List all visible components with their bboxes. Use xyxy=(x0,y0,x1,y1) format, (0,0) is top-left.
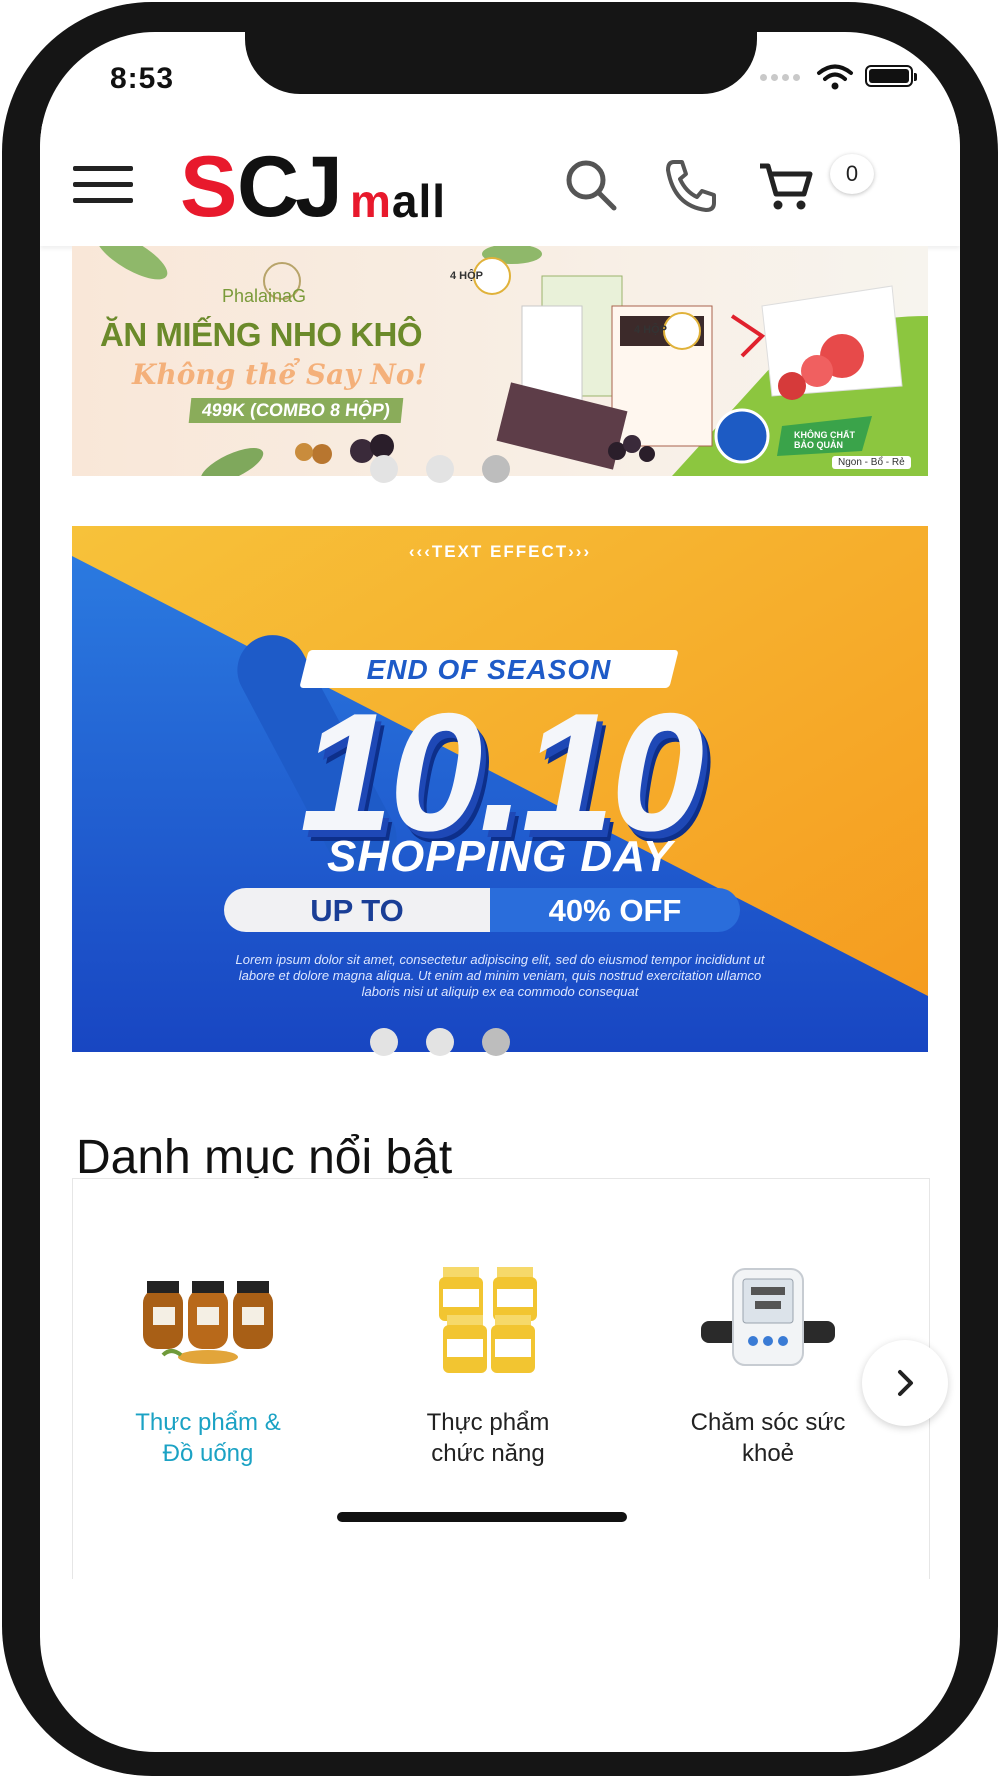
status-time: 8:53 xyxy=(110,62,175,95)
cart-icon[interactable] xyxy=(754,154,816,216)
chevron-right-icon xyxy=(898,1370,913,1396)
category-food-drink[interactable]: Thực phẩm & Đồ uống xyxy=(73,1179,343,1579)
banner1-tag: Ngon - Bổ - Rẻ xyxy=(832,456,911,469)
phone-icon[interactable] xyxy=(660,154,722,216)
banner1-subline: Không thể Say No! xyxy=(132,358,427,391)
app-header: S C J mall 0 xyxy=(40,124,960,246)
carousel-next-button[interactable] xyxy=(862,1340,948,1426)
search-icon[interactable] xyxy=(560,154,622,216)
banner1-box-label-2: 4 HỘP xyxy=(634,324,668,336)
banner2-shopping-day: SHOPPING DAY xyxy=(326,832,674,881)
carousel-dot[interactable] xyxy=(426,455,454,483)
wifi-icon xyxy=(817,64,853,90)
carousel-dot[interactable] xyxy=(370,455,398,483)
battery-icon xyxy=(865,65,917,87)
logo-letter-j: J xyxy=(295,139,343,235)
logo-letter-c: C xyxy=(237,139,300,235)
menu-button[interactable] xyxy=(73,162,133,206)
camera-notch xyxy=(245,32,757,94)
banner1-pagination xyxy=(370,455,510,483)
logo-mall: mall xyxy=(350,175,447,227)
cart-count-badge: 0 xyxy=(830,154,874,194)
logo-letter-s: S xyxy=(180,139,238,235)
carousel-dot-active[interactable] xyxy=(482,455,510,483)
promo-banner-raisins[interactable]: PhalainaG ĂN MIẾNG NHO KHÔ Không thể Say… xyxy=(72,246,928,476)
banner1-seal: KHÔNG CHẤT BẢO QUẢN xyxy=(794,430,855,450)
category-label: Thực phẩm & Đồ uống xyxy=(135,1409,281,1467)
phone-frame: 8:53 S C J mall 0 PhalainaG ĂN MIẾNG NHO… xyxy=(0,0,1000,1778)
banner2-effect: ‹‹‹TEXT EFFECT››› xyxy=(408,542,592,561)
banner2-body-text: Lorem ipsum dolor sit amet, consectetur … xyxy=(235,952,765,999)
banner2-up-to: UP TO xyxy=(310,893,404,928)
banner2-discount: 40% OFF xyxy=(548,893,682,928)
blood-pressure-monitor-image xyxy=(701,1268,835,1366)
signal-icon xyxy=(760,74,800,81)
honey-jars-image xyxy=(143,1281,273,1364)
carousel-dot[interactable] xyxy=(426,1028,454,1056)
banner2-pagination xyxy=(370,1028,510,1056)
scj-mall-logo[interactable]: S C J mall xyxy=(180,139,480,235)
screen: 8:53 S C J mall 0 PhalainaG ĂN MIẾNG NHO… xyxy=(40,32,960,1752)
banner1-price: 499K (COMBO 8 HỘP) xyxy=(188,398,404,423)
banner1-headline: ĂN MIẾNG NHO KHÔ xyxy=(100,316,423,353)
banner1-brand: PhalainaG xyxy=(222,286,307,306)
omega-bottles-image xyxy=(439,1267,537,1373)
carousel-dot[interactable] xyxy=(370,1028,398,1056)
home-indicator[interactable] xyxy=(337,1512,627,1522)
banner1-box-label-1: 4 HỘP xyxy=(450,270,484,282)
section-title-featured: Danh mục nổi bật xyxy=(76,1131,453,1184)
carousel-dot-active[interactable] xyxy=(482,1028,510,1056)
category-label: Thực phẩm chức năng xyxy=(426,1409,550,1467)
promo-banner-10-10[interactable]: ‹‹‹TEXT EFFECT››› END OF SEASON 10.10 SH… xyxy=(72,526,928,1052)
